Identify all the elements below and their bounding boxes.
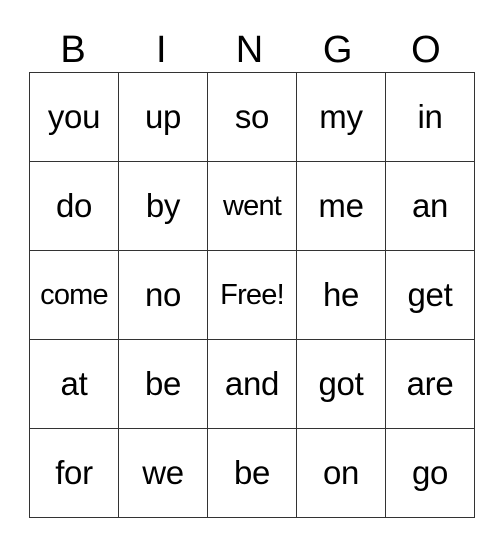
- bingo-cell[interactable]: he: [296, 250, 386, 340]
- bingo-cell[interactable]: in: [385, 72, 475, 162]
- bingo-cell[interactable]: my: [296, 72, 386, 162]
- free-space-cell[interactable]: Free!: [207, 250, 297, 340]
- header-letter-i: I: [156, 29, 167, 71]
- bingo-cell[interactable]: do: [29, 161, 119, 251]
- bingo-cell[interactable]: be: [207, 428, 297, 518]
- header-letter-n: N: [235, 29, 264, 71]
- bingo-cell[interactable]: and: [207, 339, 297, 429]
- bingo-row: come no Free! he get: [29, 250, 475, 340]
- bingo-cell[interactable]: come: [29, 250, 119, 340]
- bingo-cell[interactable]: go: [385, 428, 475, 518]
- bingo-cell[interactable]: be: [118, 339, 208, 429]
- bingo-cell[interactable]: we: [118, 428, 208, 518]
- bingo-cell[interactable]: are: [385, 339, 475, 429]
- bingo-cell[interactable]: went: [207, 161, 297, 251]
- bingo-header: B I N G O: [29, 28, 470, 72]
- bingo-cell[interactable]: got: [296, 339, 386, 429]
- bingo-row: at be and got are: [29, 339, 475, 429]
- bingo-cell[interactable]: get: [385, 250, 475, 340]
- header-letter-g: G: [322, 29, 353, 71]
- bingo-row: do by went me an: [29, 161, 475, 251]
- bingo-cell[interactable]: an: [385, 161, 475, 251]
- bingo-cell[interactable]: for: [29, 428, 119, 518]
- bingo-cell[interactable]: so: [207, 72, 297, 162]
- bingo-cell[interactable]: at: [29, 339, 119, 429]
- bingo-cell[interactable]: by: [118, 161, 208, 251]
- bingo-row: for we be on go: [29, 428, 475, 518]
- bingo-cell[interactable]: up: [118, 72, 208, 162]
- bingo-cell[interactable]: on: [296, 428, 386, 518]
- bingo-cell[interactable]: no: [118, 250, 208, 340]
- bingo-grid: you up so my in do by went me an come no Free! he get a…: [29, 72, 475, 518]
- header-letter-o: O: [411, 29, 441, 71]
- bingo-cell[interactable]: me: [296, 161, 386, 251]
- bingo-cell[interactable]: you: [29, 72, 119, 162]
- bingo-row: you up so my in: [29, 72, 475, 162]
- header-letter-b: B: [60, 29, 86, 71]
